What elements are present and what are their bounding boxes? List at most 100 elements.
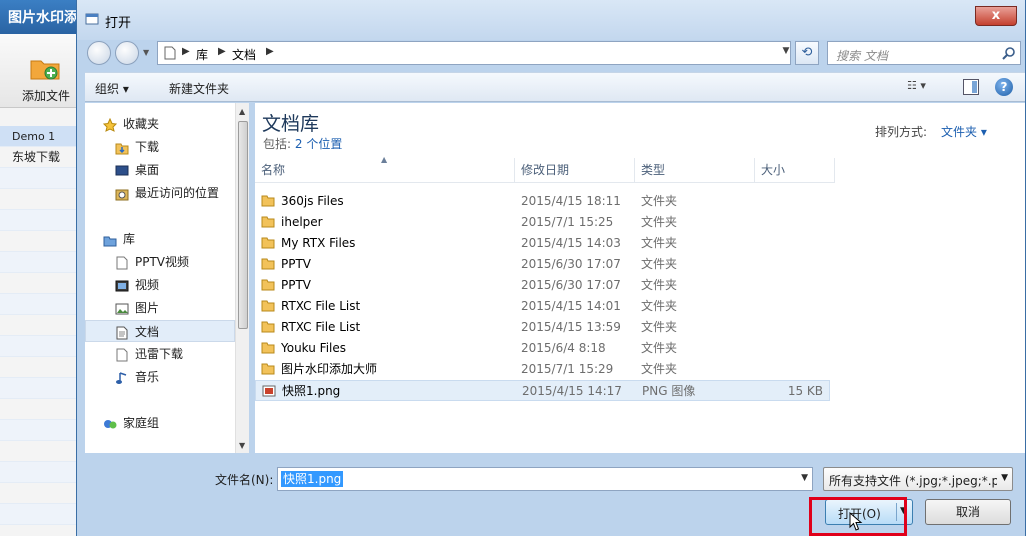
file-date: 2015/4/15 13:59 [521, 320, 621, 334]
list-item[interactable]: Demo 1 [0, 126, 80, 147]
breadcrumb-arrow-icon[interactable]: ▶ [182, 46, 190, 57]
file-date: 2015/6/4 8:18 [521, 341, 606, 355]
file-type-select[interactable]: 所有支持文件 (*.jpg;*.jpeg;*.p ▼ [823, 467, 1013, 491]
arrange-by-label: 排列方式: [875, 125, 928, 139]
folder-icon [261, 237, 275, 249]
file-row[interactable]: RTXC File List 2015/4/15 14:01 文件夹 [255, 296, 830, 317]
add-folder-icon[interactable] [30, 56, 60, 80]
list-item[interactable]: 东坡下载 [0, 147, 80, 168]
list-item-empty [0, 252, 80, 273]
list-item-empty [0, 336, 80, 357]
refresh-button[interactable]: ⟲ [795, 41, 819, 65]
help-icon[interactable]: ? [995, 78, 1013, 96]
nav-item-documents[interactable]: 文档 [85, 320, 235, 342]
organize-button[interactable]: 组织 ▾ [95, 80, 129, 97]
scroll-up-icon[interactable]: ▲ [239, 107, 245, 116]
nav-item-music[interactable]: 音乐 [85, 366, 235, 388]
nav-item-pictures[interactable]: 图片 [85, 297, 235, 319]
list-item-empty [0, 462, 80, 483]
list-item-empty [0, 378, 80, 399]
open-file-dialog: 打开 x ▼ ▶ 库 ▶ 文档 ▶ ▼ ⟲ 搜索 文档 组织 ▾ 新建文件夹 ☷… [76, 0, 1026, 536]
file-type: 文件夹 [641, 278, 678, 292]
preview-pane-icon[interactable] [963, 79, 979, 95]
list-item-empty [0, 315, 80, 336]
column-size[interactable]: 大小 [755, 158, 835, 183]
file-row[interactable]: ihelper 2015/7/1 15:25 文件夹 [255, 212, 830, 233]
star-icon [102, 117, 118, 132]
scroll-down-icon[interactable]: ▼ [239, 441, 245, 450]
file-type: 文件夹 [641, 236, 678, 250]
arrange-by-dropdown[interactable]: 文件夹 ▾ [941, 123, 987, 140]
navigation-pane: 收藏夹 下载 桌面 最近访问的位置 库 PPTV视频 视频 图片 文档 迅雷下载… [85, 103, 249, 453]
nav-item-libraries[interactable]: 库 [85, 228, 235, 250]
breadcrumb-arrow-icon[interactable]: ▶ [266, 46, 274, 57]
library-icon [103, 232, 117, 247]
new-folder-button[interactable]: 新建文件夹 [169, 80, 229, 97]
file-type: 文件夹 [641, 320, 678, 334]
nav-item-recent[interactable]: 最近访问的位置 [85, 182, 235, 204]
nav-scrollbar[interactable]: ▲ ▼ [235, 103, 249, 453]
dialog-app-icon [85, 13, 99, 25]
list-item-empty [0, 357, 80, 378]
file-type-dropdown-icon[interactable]: ▼ [1001, 473, 1008, 483]
nav-label: PPTV视频 [135, 255, 190, 269]
file-size: 15 KB [787, 384, 823, 398]
column-date[interactable]: 修改日期 [515, 158, 635, 183]
list-item-empty [0, 168, 80, 189]
back-button[interactable] [87, 41, 111, 65]
nav-item-pptv-video[interactable]: PPTV视频 [85, 251, 235, 273]
file-row[interactable]: PPTV 2015/6/30 17:07 文件夹 [255, 275, 830, 296]
list-item-empty [0, 189, 80, 210]
filename-dropdown-icon[interactable]: ▼ [801, 473, 808, 483]
nav-item-homegroup[interactable]: 家庭组 [85, 412, 235, 434]
view-options-icon[interactable]: ☷ ▾ [907, 79, 947, 97]
cancel-button[interactable]: 取消 [925, 499, 1011, 525]
address-dropdown-icon[interactable]: ▼ [777, 46, 795, 60]
file-row[interactable]: My RTX Files 2015/4/15 14:03 文件夹 [255, 233, 830, 254]
background-app-title: 图片水印添 [0, 0, 80, 34]
file-row[interactable]: RTXC File List 2015/4/15 13:59 文件夹 [255, 317, 830, 338]
address-bar[interactable]: ▶ 库 ▶ 文档 ▶ [157, 41, 791, 65]
filename-input[interactable]: 快照1.png ▼ [277, 467, 813, 491]
includes-locations-link[interactable]: 2 个位置 [295, 137, 342, 151]
desktop-icon [115, 163, 129, 177]
nav-item-downloads[interactable]: 下载 [85, 136, 235, 158]
file-name: 图片水印添加大师 [281, 362, 378, 376]
nav-item-desktop[interactable]: 桌面 [85, 159, 235, 181]
search-placeholder: 搜索 文档 [836, 49, 888, 63]
search-icon[interactable] [1002, 46, 1016, 60]
search-input[interactable]: 搜索 文档 [827, 41, 1021, 65]
file-row[interactable]: 360js Files 2015/4/15 18:11 文件夹 [255, 191, 830, 212]
folder-icon [261, 195, 275, 207]
list-item-empty [0, 294, 80, 315]
breadcrumb-arrow-icon[interactable]: ▶ [218, 46, 226, 57]
filename-value[interactable]: 快照1.png [281, 471, 344, 487]
includes-label: 包括: [263, 137, 292, 151]
nav-item-videos[interactable]: 视频 [85, 274, 235, 296]
breadcrumb-item[interactable]: 文档 [232, 46, 256, 63]
close-button[interactable]: x [975, 6, 1017, 26]
document-icon [115, 325, 129, 340]
nav-item-thunder-downloads[interactable]: 迅雷下载 [85, 343, 235, 365]
file-row[interactable]: PPTV 2015/6/30 17:07 文件夹 [255, 254, 830, 275]
file-name: RTXC File List [281, 299, 361, 313]
file-row[interactable]: Youku Files 2015/6/4 8:18 文件夹 [255, 338, 830, 359]
homegroup-icon [103, 416, 117, 430]
file-row[interactable]: 图片水印添加大师 2015/7/1 15:29 文件夹 [255, 359, 830, 380]
column-type[interactable]: 类型 [635, 158, 755, 183]
nav-label: 文档 [135, 325, 160, 339]
recent-locations-chevron-icon[interactable]: ▼ [143, 48, 149, 57]
pictures-icon [115, 301, 129, 315]
scrollbar-thumb[interactable] [238, 121, 248, 329]
document-icon [164, 46, 176, 60]
folder-icon [261, 258, 275, 270]
dialog-titlebar[interactable]: 打开 x [77, 0, 1025, 40]
library-includes: 包括: 2 个位置 [263, 135, 342, 152]
nav-item-favorites[interactable]: 收藏夹 [85, 113, 235, 135]
library-title: 文档库 [262, 113, 320, 135]
file-type: 文件夹 [641, 215, 678, 229]
forward-button[interactable] [115, 41, 139, 65]
breadcrumb-item[interactable]: 库 [196, 46, 208, 63]
add-file-label[interactable]: 添加文件 [22, 87, 70, 104]
file-row[interactable]: 快照1.png 2015/4/15 14:17 PNG 图像 15 KB [255, 380, 830, 401]
